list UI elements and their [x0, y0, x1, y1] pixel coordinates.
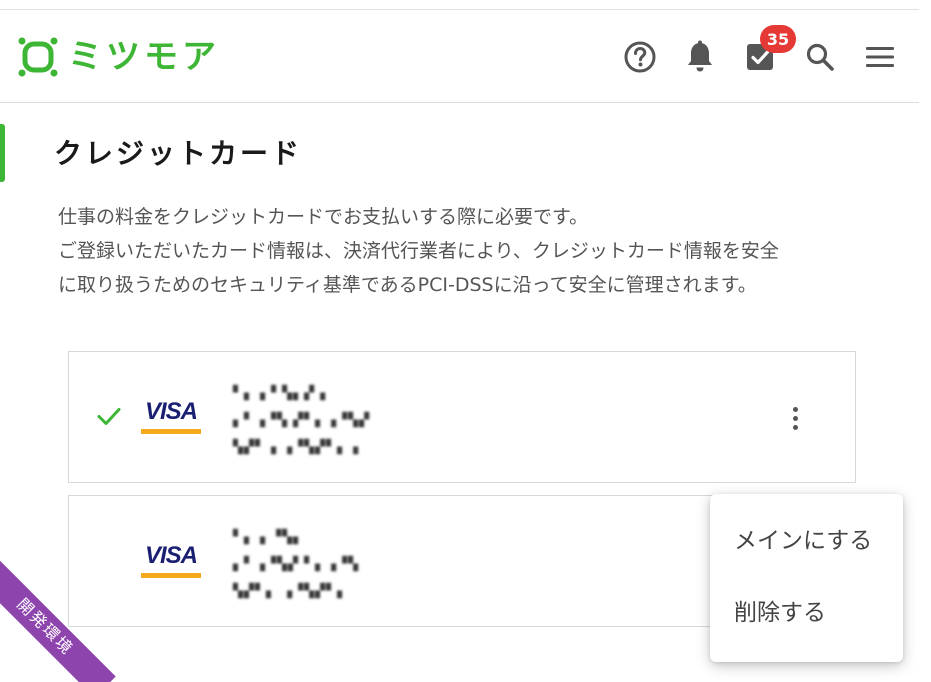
card-details: ▘▖▗▝ ▚▖▞▗ ▖▘▗▝▚ ▞▘▖▗▝▚▞ ▚▞▘ ▖▗▝▚▞▘▖▗: [233, 380, 370, 461]
card-expiry: ▚▞▘ ▖▗▝▚▞▘▖▗: [233, 440, 360, 455]
bell-icon: [688, 40, 712, 72]
card-number: ▖▘▗▝▚ ▞▘▖▗▝▚▞: [233, 413, 371, 428]
more-vertical-icon: [792, 406, 798, 412]
description-line: に取り扱うためのセキュリティ基準であるPCI-DSSに沿って安全に管理されます。: [58, 274, 757, 296]
visa-logo: VISA: [141, 542, 201, 580]
logo[interactable]: ミツモア: [18, 37, 220, 77]
page-title: クレジットカード: [54, 137, 303, 170]
card-number: ▖▘▗▝▚▞ ▘▖▗▝▚: [233, 557, 360, 572]
help-button[interactable]: [622, 39, 658, 75]
section-description: 仕事の料金をクレジットカードでお支払いする際に必要です。 ご登録いただいたカード…: [58, 200, 878, 302]
app-header: ミツモア 35: [0, 11, 919, 103]
logo-text: ミツモア: [68, 37, 220, 77]
menu-button[interactable]: [862, 39, 898, 75]
card-holder: ▘▖▗ ▝▚▖: [233, 530, 305, 545]
card-details: ▘▖▗ ▝▚▖ ▖▘▗▝▚▞ ▘▖▗▝▚ ▚▞▘▖ ▗▝▚▞▘▖: [233, 524, 359, 605]
page-right-gutter: [919, 0, 931, 682]
help-circle-icon: [624, 41, 656, 73]
logo-mark-icon: [18, 37, 58, 77]
visa-logo: VISA: [141, 398, 201, 436]
browser-top-strip: [0, 0, 919, 10]
tasks-count-badge: 35: [760, 25, 796, 53]
card-expiry: ▚▞▘▖ ▗▝▚▞▘▖: [233, 584, 349, 599]
card-options-button[interactable]: [781, 400, 809, 436]
delete-card-menu-item[interactable]: 削除する: [710, 580, 903, 652]
card-brand: VISA: [144, 542, 198, 569]
hamburger-menu-icon: [866, 47, 894, 67]
card-context-menu: メインにする 削除する: [710, 494, 903, 662]
description-line: 仕事の料金をクレジットカードでお支払いする際に必要です。: [58, 206, 589, 228]
card-holder: ▘▖▗▝ ▚▖▞▗: [233, 386, 327, 401]
credit-card-item[interactable]: VISA ▘▖▗▝ ▚▖▞▗ ▖▘▗▝▚ ▞▘▖▗▝▚▞ ▚▞▘ ▖▗▝▚▞▘▖…: [68, 351, 856, 483]
search-icon: [806, 43, 834, 71]
visa-logo-bar: [141, 573, 201, 578]
environment-ribbon-label: 開発環境: [0, 560, 116, 682]
set-main-card-menu-item[interactable]: メインにする: [710, 508, 903, 580]
search-button[interactable]: [802, 39, 838, 75]
section-accent-bar: [0, 124, 5, 182]
card-brand: VISA: [144, 398, 198, 425]
visa-logo-bar: [141, 429, 201, 434]
check-icon: [97, 408, 121, 425]
notifications-button[interactable]: [682, 39, 718, 75]
description-line: ご登録いただいたカード情報は、決済代行業者により、クレジットカード情報を安全: [58, 240, 779, 262]
environment-ribbon: 開発環境: [0, 560, 140, 682]
